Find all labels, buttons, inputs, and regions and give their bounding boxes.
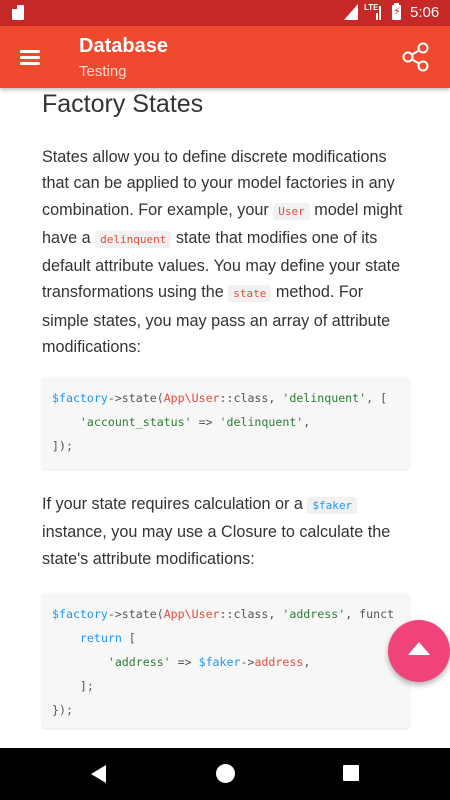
share-icon[interactable] (400, 42, 432, 72)
code-line: ]; (52, 679, 94, 693)
hamburger-menu-icon[interactable] (14, 41, 46, 73)
code-line: $factory->state(App\User::class, 'addres… (52, 607, 395, 621)
app-bar: Database Testing (0, 26, 450, 88)
code-line: 'address' => $faker->address, (107, 655, 311, 669)
paragraph-states-intro: States allow you to define discrete modi… (42, 148, 403, 357)
signal-icon (344, 4, 358, 20)
code-block-delinquent[interactable]: $factory->state(App\User::class, 'delinq… (42, 377, 410, 469)
inline-code-state: state (228, 285, 272, 303)
battery-charging-icon: ⚡ (392, 3, 401, 20)
inline-code-user: User (273, 202, 310, 220)
code-line: 'account_status' => 'delinquent', (79, 415, 311, 429)
code-line: $factory->state(App\User::class, 'delinq… (52, 391, 388, 405)
status-bar: LTE ⚡ 5:06 (0, 0, 450, 26)
code-line: }); (52, 703, 73, 717)
page-subtitle: Testing (79, 63, 127, 80)
code-line: return [ (79, 631, 136, 645)
home-icon[interactable] (216, 764, 235, 783)
code-line: ]); (52, 439, 73, 453)
data-activity-icon (376, 6, 382, 20)
section-heading: Factory States (42, 90, 204, 118)
chevron-up-icon (408, 642, 430, 655)
system-nav-bar (0, 748, 450, 800)
inline-code-faker: $faker (307, 497, 358, 514)
recent-apps-icon[interactable] (343, 765, 359, 781)
scroll-to-top-button[interactable] (388, 620, 450, 682)
clock: 5:06 (410, 4, 440, 21)
doc-content[interactable]: Factory States States allow you to defin… (0, 88, 450, 748)
inline-code-delinquent: delinquent (95, 230, 172, 248)
code-block-address[interactable]: $factory->state(App\User::class, 'addres… (42, 593, 410, 728)
back-icon[interactable] (91, 765, 106, 783)
sd-card-icon (12, 5, 24, 20)
paragraph-closure-intro: If your state requires calculation or a … (42, 495, 391, 568)
page-title: Database (79, 35, 168, 57)
